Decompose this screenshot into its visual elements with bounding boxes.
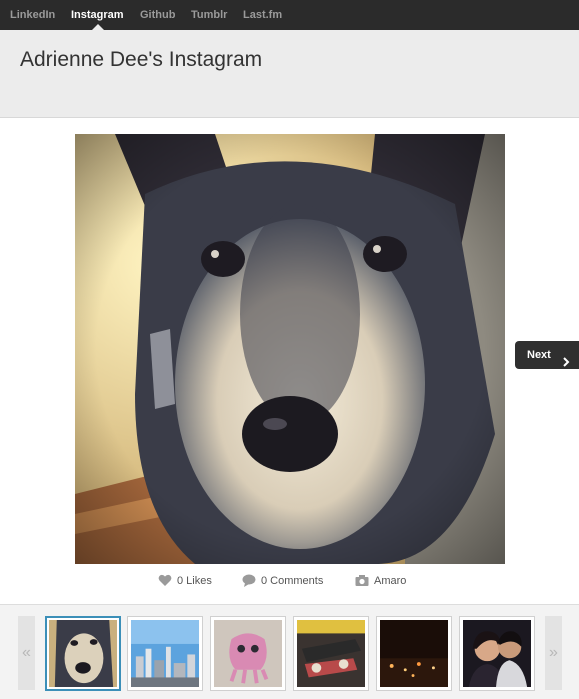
tab-tumblr[interactable]: Tumblr (191, 0, 227, 30)
filter-info: Amaro (355, 573, 425, 589)
camera-icon (355, 575, 369, 586)
next-arrow[interactable]: » (545, 616, 562, 690)
page-header: Adrienne Dee's Instagram (0, 30, 579, 118)
likes-text: 0 Likes (177, 575, 212, 587)
thumb-pink-graffiti[interactable] (210, 616, 286, 691)
prev-arrow[interactable]: « (18, 616, 35, 690)
comments-text: 0 Comments (261, 575, 324, 587)
top-nav: LinkedIn Instagram Github Tumblr Last.fm (0, 0, 579, 30)
thumb-dog[interactable] (45, 616, 121, 691)
page-title: Adrienne Dee's Instagram (20, 48, 263, 71)
comments-count[interactable]: 0 Comments (242, 573, 342, 589)
next-button[interactable]: Next (515, 341, 579, 369)
tab-lastfm[interactable]: Last.fm (243, 0, 282, 30)
thumb-city-skyline[interactable] (127, 616, 203, 691)
likes-count[interactable]: 0 Likes (158, 573, 228, 589)
main-photo[interactable] (75, 134, 505, 564)
thumb-skateboards[interactable] (293, 616, 369, 691)
thumb-couple[interactable] (459, 616, 535, 691)
dog-photo (75, 134, 505, 564)
speech-bubble-icon (242, 574, 256, 587)
thumb-night-lights[interactable] (376, 616, 452, 691)
tab-linkedin[interactable]: LinkedIn (10, 0, 55, 30)
chevron-right-icon (563, 350, 570, 378)
next-button-label: Next (527, 349, 551, 361)
heart-icon (158, 574, 172, 586)
thumbnail-strip: « » (0, 604, 579, 699)
filter-text: Amaro (374, 575, 407, 587)
tab-github[interactable]: Github (140, 0, 175, 30)
